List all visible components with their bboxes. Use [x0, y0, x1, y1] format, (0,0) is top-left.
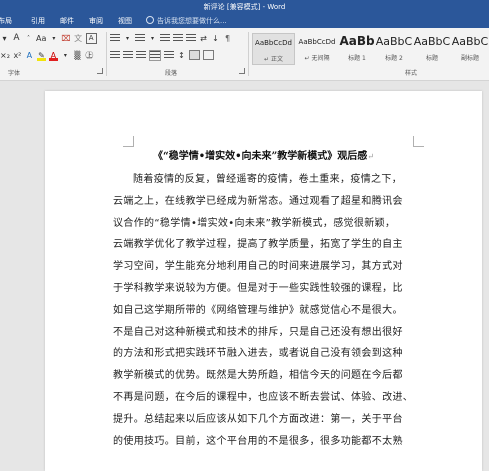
character-border-button[interactable]: A: [85, 32, 97, 44]
style-heading-2-name: 标题 2: [385, 55, 403, 62]
text-line: 议合作的“稳学情•增实效•向未来”教学新模式，感觉很新颖，: [113, 217, 396, 229]
style-heading-2-sample: AaBbC: [375, 35, 413, 48]
chinese-layout-icon[interactable]: ⇄: [199, 33, 208, 44]
style-subtitle-sample: AaBbC: [451, 35, 489, 48]
text-line: 的方法和形式把实践环节融入进去，或者说自己没有领会到这种: [113, 348, 403, 360]
style-title-name: 标题: [425, 55, 438, 62]
document-area[interactable]: 《“稳学情•增实效•向未来”教学新模式》观后感↵ 随着疫情的反复，曾经遥寄的疫情…: [0, 81, 489, 471]
change-case-button[interactable]: Aa: [36, 33, 46, 44]
text-line: 教学新模式的优势。既然是大势所趋，相信今天的问题在今后都: [113, 370, 403, 382]
shrink-font-icon[interactable]: ˄: [24, 33, 33, 44]
tab-mailings[interactable]: 邮件: [60, 16, 74, 26]
numbering-icon[interactable]: [135, 33, 145, 43]
text-line: 于学科教学来说较为方便。但是对于一些实践性较强的课程，比: [113, 282, 403, 294]
style-subtitle-name: 副标题: [460, 55, 479, 62]
font-color-arrow-icon[interactable]: ▾: [61, 50, 70, 61]
style-heading-1-sample: AaBb: [339, 34, 375, 48]
change-case-arrow-icon[interactable]: ▾: [49, 33, 58, 44]
paragraph-dialog-launcher-icon[interactable]: [239, 68, 245, 74]
styles-group-label: 样式: [405, 70, 418, 77]
paragraph-group-label: 段落: [165, 70, 178, 77]
paragraph-row-2: ↕: [110, 48, 214, 62]
ribbon: ▾ A ˄ Aa ▾ ⌧ 文 A ×₂ x² A ✎ A ▾ ▒ ㊤ 字体 ▾ …: [0, 28, 489, 81]
phonetic-guide-icon[interactable]: 文: [74, 33, 83, 44]
line-spacing-icon[interactable]: ↕: [177, 50, 186, 61]
document-page[interactable]: 《“稳学情•增实效•向未来”教学新模式》观后感↵ 随着疫情的反复，曾经遥寄的疫情…: [45, 91, 482, 471]
text-line: 如自己这学期所带的《网络管理与维护》就感觉信心不是很大。: [113, 304, 403, 316]
tab-review[interactable]: 审阅: [89, 16, 103, 26]
text-line: 不再是问题，在今后的课程中，也应该不断去尝试、体验、改进、: [113, 391, 414, 403]
highlight-color-icon[interactable]: ✎: [36, 50, 46, 61]
style-heading-1[interactable]: AaBb 标题 1: [339, 33, 375, 65]
distributed-icon[interactable]: [164, 50, 174, 60]
lightbulb-icon: [146, 16, 154, 24]
text-line: 学习空间，学生能充分地利用自己的时间来进展学习，其方式对: [113, 261, 403, 273]
decrease-indent-icon[interactable]: [173, 33, 183, 43]
increase-indent-icon[interactable]: [186, 33, 196, 43]
subscript-icon[interactable]: ×₂: [0, 50, 10, 61]
style-subtitle[interactable]: AaBbC 副标题: [451, 33, 489, 65]
multilevel-list-icon[interactable]: [160, 33, 170, 43]
font-row-1: ▾ A ˄ Aa ▾ ⌧ 文 A: [0, 31, 97, 45]
text-line: 不是自己对这种新模式和技术的排斥，只是自己还没有想出很好: [113, 326, 403, 338]
font-group-label: 字体: [8, 70, 21, 77]
text-line: 的使用技巧。目前，这个平台用的不是很多，很多功能都不太熟: [113, 435, 403, 447]
style-title[interactable]: AaBbC 标题: [413, 33, 451, 65]
show-marks-icon[interactable]: ¶: [223, 33, 232, 44]
document-title[interactable]: 《“稳学情•增实效•向未来”教学新模式》观后感↵: [45, 147, 482, 162]
body-paragraph[interactable]: 随着疫情的反复，曾经遥寄的疫情，卷土重来，疫情之下， 云端之上，在线教学已经成为…: [113, 169, 418, 452]
style-no-spacing-sample: AaBbCcDd: [298, 38, 336, 46]
justify-icon[interactable]: [149, 49, 161, 61]
ribbon-tabs: 布局 引用 邮件 审阅 视图 告诉我您想要做什么...: [0, 14, 489, 28]
style-normal-sample: AaBbCcDd: [255, 39, 292, 47]
paragraph-row-1: ▾ ▾ ⇄ ↓ ¶: [110, 31, 232, 45]
align-center-icon[interactable]: [123, 50, 133, 60]
margin-corner-mark: [413, 136, 424, 147]
paragraph-mark: ↵: [367, 152, 374, 161]
font-size-dropdown-icon[interactable]: ▾: [0, 33, 9, 44]
style-title-sample: AaBbC: [413, 35, 451, 48]
borders-icon[interactable]: [203, 50, 214, 60]
tab-references[interactable]: 引用: [31, 16, 45, 26]
document-title-text: 《“稳学情•增实效•向未来”教学新模式》观后感: [153, 151, 368, 162]
font-row-2: ×₂ x² A ✎ A ▾ ▒ ㊤: [0, 48, 94, 62]
styles-gallery: AaBbCcDd ↵ 正文 AaBbCcDd ↵ 无间隔 AaBb 标题 1 A…: [252, 33, 489, 65]
shading-icon[interactable]: [189, 50, 200, 60]
font-color-icon[interactable]: A: [48, 50, 58, 61]
ribbon-divider: [248, 32, 249, 76]
ribbon-divider: [106, 32, 107, 76]
text-line: 云端教学优化了教学过程，提高了教学质量，拓宽了学生的自主: [113, 239, 403, 251]
margin-corner-mark: [123, 136, 134, 147]
numbering-arrow-icon[interactable]: ▾: [148, 33, 157, 44]
enclose-characters-icon[interactable]: ㊤: [85, 50, 94, 61]
title-bar: 新评论 [兼容模式] - Word: [0, 0, 489, 14]
tell-me-box[interactable]: 告诉我您想要做什么...: [146, 15, 227, 27]
tell-me-placeholder: 告诉我您想要做什么...: [157, 17, 227, 25]
sort-icon[interactable]: ↓: [211, 33, 220, 44]
text-line: 提升。总结起来以后应该从如下几个方面改进：第一，关于平台: [113, 413, 403, 425]
window-title: 新评论 [兼容模式] - Word: [203, 3, 286, 11]
tab-view[interactable]: 视图: [118, 16, 132, 26]
text-line: 随着疫情的反复，曾经遥寄的疫情，卷土重来，疫情之下，: [133, 174, 403, 185]
style-heading-2[interactable]: AaBbC 标题 2: [375, 33, 413, 65]
text-effects-icon[interactable]: A: [25, 50, 34, 61]
font-dialog-launcher-icon[interactable]: [97, 68, 103, 74]
style-no-spacing-name: ↵ 无间隔: [304, 55, 330, 62]
bullets-arrow-icon[interactable]: ▾: [123, 33, 132, 44]
bullets-icon[interactable]: [110, 33, 120, 43]
grow-font-button[interactable]: A: [12, 33, 21, 44]
align-left-icon[interactable]: [110, 50, 120, 60]
style-normal[interactable]: AaBbCcDd ↵ 正文: [252, 33, 295, 65]
superscript-icon[interactable]: x²: [13, 50, 22, 61]
style-no-spacing[interactable]: AaBbCcDd ↵ 无间隔: [295, 33, 339, 65]
clear-formatting-icon[interactable]: ⌧: [61, 33, 70, 44]
character-shading-icon[interactable]: ▒: [73, 50, 82, 61]
tab-layout[interactable]: 布局: [0, 16, 12, 26]
align-right-icon[interactable]: [136, 50, 146, 60]
text-line: 云端之上，在线教学已经成为新常态。通过观看了超星和腾讯会: [113, 195, 403, 207]
style-heading-1-name: 标题 1: [348, 55, 366, 62]
style-normal-name: ↵ 正文: [264, 56, 283, 63]
